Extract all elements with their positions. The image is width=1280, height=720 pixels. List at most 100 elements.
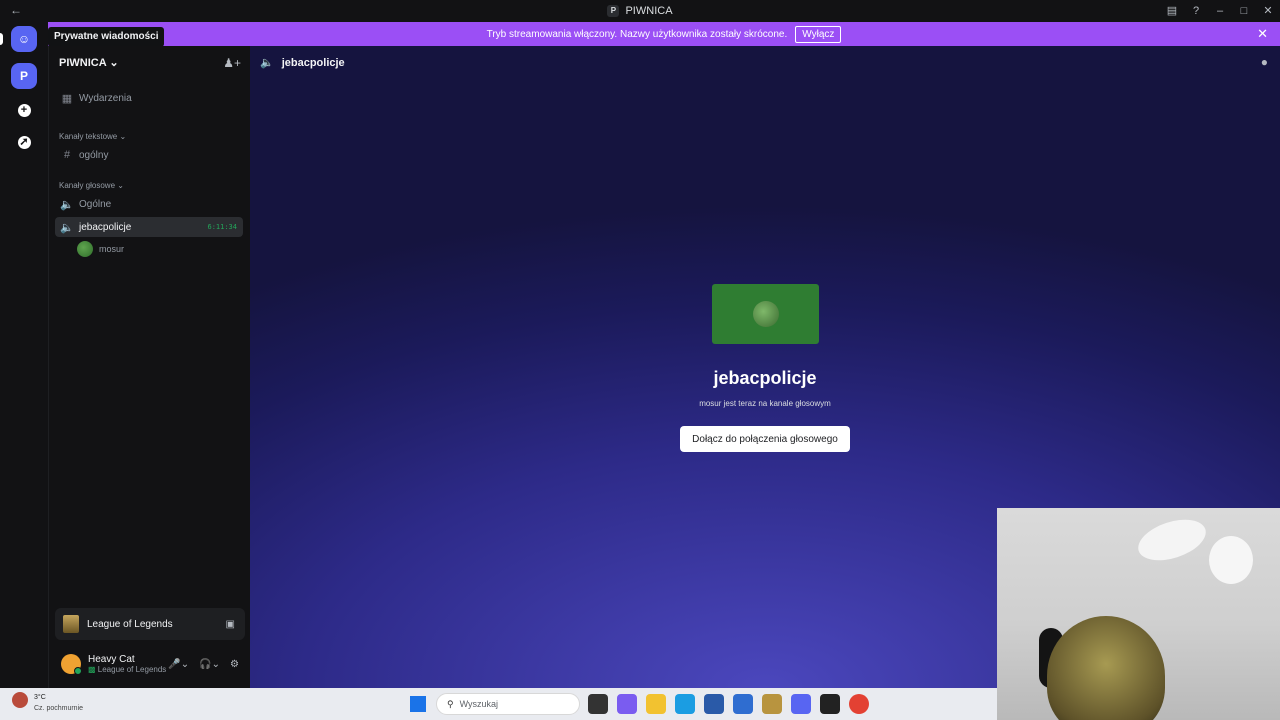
- activity-stream-icon[interactable]: ▣: [226, 619, 235, 630]
- headphones-icon[interactable]: 🎧⌄: [199, 659, 220, 670]
- calendar-icon: ▦: [61, 92, 73, 105]
- user-panel: Heavy Cat ▩ League of Legends 🎤⌄ 🎧⌄ ⚙: [49, 644, 249, 684]
- streamer-mode-banner: Tryb streamowania włączony. Nazwy użytko…: [48, 22, 1280, 46]
- close-window-button[interactable]: ✕: [1256, 4, 1280, 17]
- avatar: [752, 301, 779, 327]
- tooltip: Prywatne wiadomości: [48, 27, 165, 47]
- edge-icon[interactable]: [675, 694, 695, 714]
- channel-label: Ogólne: [79, 198, 112, 210]
- task-view-icon[interactable]: [588, 694, 608, 714]
- member-name: mosur: [99, 244, 125, 254]
- avatar: [77, 241, 93, 257]
- inbox-icon[interactable]: ▤: [1160, 4, 1184, 17]
- weather-temp: 3°C: [34, 694, 46, 701]
- gear-icon[interactable]: ⚙: [230, 659, 239, 670]
- channel-label: ogólny: [79, 149, 109, 161]
- channel-sidebar: PIWNICA ⌄ ♟+ ▦ Wydarzenia Kanały tekstow…: [48, 46, 249, 688]
- voice-category[interactable]: Kanały głosowe ⌄: [59, 181, 124, 190]
- mask-shape: [1047, 616, 1165, 720]
- server-name-header[interactable]: PIWNICA ⌄: [59, 56, 119, 69]
- explore-button[interactable]: ➚: [11, 129, 37, 155]
- user-info[interactable]: Heavy Cat ▩ League of Legends: [88, 654, 166, 674]
- speaker-icon: 🔈: [260, 57, 274, 69]
- webcam-overlay: [997, 508, 1280, 720]
- avatar[interactable]: [61, 654, 82, 675]
- text-category[interactable]: Kanały tekstowe ⌄: [59, 132, 126, 141]
- gamepad-icon: ▩: [88, 665, 98, 674]
- speaker-icon: 🔈: [60, 221, 74, 234]
- compass-icon: ➚: [17, 135, 31, 149]
- activity-panel[interactable]: League of Legends ▣: [55, 608, 245, 640]
- direct-messages-button[interactable]: ☺: [11, 26, 37, 52]
- help-icon[interactable]: ?: [1184, 5, 1208, 17]
- taskbar-search[interactable]: ⚲ Wyszukaj: [436, 693, 580, 715]
- store-icon[interactable]: [704, 694, 724, 714]
- windows-taskbar: 3°C Cz. pochmurnie ⚲ Wyszukaj: [0, 688, 997, 720]
- server-icon-piwnica[interactable]: P: [11, 63, 37, 89]
- user-status-text: League of Legends: [97, 665, 167, 674]
- chevron-down-icon: ⌄: [109, 57, 119, 69]
- join-voice-button[interactable]: Dołącz do połączenia głosowego: [680, 426, 850, 452]
- window-controls: ▤ ? – □ ✕: [1160, 0, 1280, 21]
- text-category-label: Kanały tekstowe: [59, 132, 118, 141]
- events-label: Wydarzenia: [79, 92, 132, 104]
- add-server-button[interactable]: +: [11, 97, 37, 123]
- server-name: PIWNICA: [59, 57, 107, 69]
- file-explorer-icon[interactable]: [646, 694, 666, 714]
- banner-text: Tryb streamowania włączony. Nazwy użytko…: [486, 28, 788, 40]
- voice-member[interactable]: mosur: [77, 241, 124, 257]
- voice-channel-ogolne[interactable]: 🔈 Ogólne: [55, 194, 243, 214]
- taskbar-apps: [588, 694, 869, 714]
- back-arrow-icon[interactable]: ←: [10, 3, 22, 17]
- server-badge-icon: P: [607, 4, 620, 17]
- windows-start-icon[interactable]: [410, 696, 426, 712]
- user-controls: 🎤⌄ 🎧⌄ ⚙: [168, 659, 239, 670]
- maximize-button[interactable]: □: [1232, 5, 1256, 17]
- participant-tile[interactable]: [712, 284, 819, 344]
- events-item[interactable]: ▦ Wydarzenia: [55, 88, 243, 108]
- discord-logo-icon: ☺: [17, 32, 31, 46]
- minimize-button[interactable]: –: [1208, 5, 1232, 17]
- chrome-icon[interactable]: [849, 694, 869, 714]
- title-bar: ← P PIWNICA ▤ ? – □ ✕: [0, 0, 1280, 21]
- invite-people-icon[interactable]: ♟+: [223, 56, 241, 70]
- league-icon[interactable]: [762, 694, 782, 714]
- plus-icon: +: [17, 103, 31, 117]
- call-timer: 6:11:34: [207, 223, 237, 231]
- search-icon: ⚲: [447, 698, 454, 709]
- selected-pill: [0, 33, 3, 45]
- user-name: Heavy Cat: [88, 654, 135, 665]
- weather-icon: [12, 692, 28, 708]
- chevron-down-icon: ⌄: [119, 132, 127, 141]
- speaker-icon: 🔈: [60, 198, 74, 211]
- chat-bubble-icon[interactable]: ●: [1261, 55, 1268, 69]
- hashtag-icon: #: [63, 149, 71, 161]
- voice-subtitle: mosur jest teraz na kanale głosowym: [699, 399, 831, 408]
- lamp-shape: [1209, 536, 1253, 584]
- disable-streamer-mode-button[interactable]: Wyłącz: [795, 25, 842, 43]
- search-placeholder: Wyszukaj: [459, 699, 499, 709]
- activity-game: League of Legends: [87, 618, 173, 630]
- voice-channel-jebacpolicje[interactable]: 🔈 jebacpolicje 6:11:34: [55, 217, 243, 237]
- discord-icon[interactable]: [791, 694, 811, 714]
- voice-title: jebacpolicje: [713, 368, 817, 388]
- weather-widget[interactable]: 3°C Cz. pochmurnie: [12, 692, 83, 712]
- close-icon[interactable]: ✕: [1257, 26, 1268, 42]
- copilot-icon[interactable]: [617, 694, 637, 714]
- channel-item-ogolny[interactable]: # ogólny: [55, 145, 243, 165]
- window-title: PIWNICA: [625, 4, 673, 17]
- weather-desc: Cz. pochmurnie: [34, 705, 84, 712]
- microphone-icon[interactable]: 🎤⌄: [168, 659, 189, 670]
- voice-category-label: Kanały głosowe: [59, 181, 116, 190]
- discord-window: ← P PIWNICA ▤ ? – □ ✕ ☺ P + ➚ Tryb strea…: [0, 0, 1280, 720]
- lamp-shape: [1133, 512, 1211, 568]
- outlook-icon[interactable]: [733, 694, 753, 714]
- game-icon: [63, 615, 79, 633]
- server-rail: ☺ P + ➚: [0, 21, 48, 688]
- user-status: ▩ League of Legends: [88, 665, 166, 674]
- obs-icon[interactable]: [820, 694, 840, 714]
- channel-header: 🔈 jebacpolicje: [260, 56, 345, 70]
- channel-title: jebacpolicje: [281, 56, 345, 69]
- chevron-down-icon: ⌄: [117, 181, 124, 190]
- channel-label: jebacpolicje: [79, 221, 132, 233]
